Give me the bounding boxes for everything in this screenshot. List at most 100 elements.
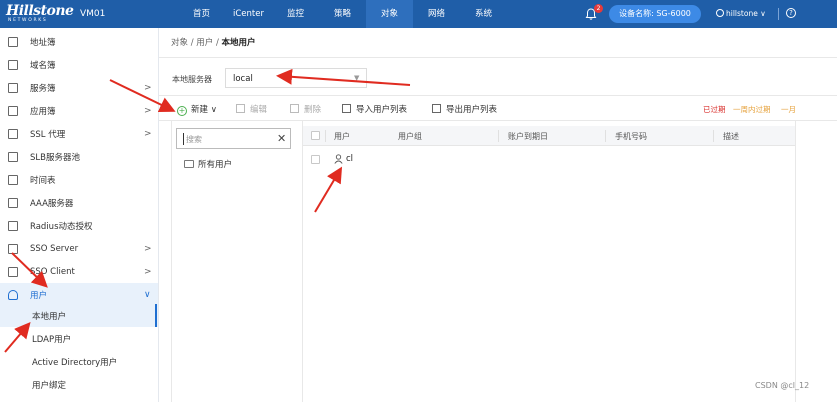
sidebar-subitem-local-user[interactable]: 本地用户: [0, 304, 158, 327]
chevron-down-icon: ∨: [210, 105, 217, 115]
sidebar-item-label: SSO Server: [30, 243, 79, 254]
sidebar-item-domain-book[interactable]: 域名簿: [0, 53, 158, 76]
column-phone[interactable]: 手机号码: [615, 131, 647, 142]
chevron-right-icon: >: [144, 128, 152, 139]
row-checkbox[interactable]: [311, 155, 320, 164]
plus-icon: +: [177, 106, 187, 116]
nav-system[interactable]: 系统: [460, 0, 507, 28]
chevron-right-icon: >: [144, 105, 152, 116]
column-user-group[interactable]: 用户组: [398, 131, 422, 142]
arrow-to-user-row: [314, 166, 343, 213]
user-name: hillstone: [726, 9, 758, 18]
sidebar-item-aaa-server[interactable]: AAA服务器: [0, 191, 158, 214]
user-menu[interactable]: hillstone ∨: [716, 9, 766, 18]
tree-root-label: 所有用户: [198, 160, 233, 170]
chevron-down-icon: ∨: [144, 289, 151, 300]
import-button[interactable]: 导入用户列表: [342, 103, 407, 115]
tree-left-border: [171, 120, 172, 402]
brand-sub: NETWORKS: [8, 18, 48, 23]
content-divider: [159, 120, 837, 121]
nav-monitor[interactable]: 监控: [272, 0, 319, 28]
new-label: 新建: [191, 105, 209, 115]
sidebar-item-label: AAA服务器: [30, 198, 74, 209]
sidebar-item-slb-pool[interactable]: SLB服务器池: [0, 145, 158, 168]
sidebar-subitem-ad-user[interactable]: Active Directory用户: [0, 350, 158, 373]
export-label: 导出用户列表: [446, 105, 498, 115]
server-select-value: local: [233, 74, 253, 84]
sidebar-item-app-book[interactable]: 应用簿 >: [0, 99, 158, 122]
nav-network[interactable]: 网络: [413, 0, 460, 28]
sidebar-item-radius[interactable]: Radius动态授权: [0, 214, 158, 237]
slb-pool-icon: [8, 151, 18, 162]
column-expire-date[interactable]: 账户到期日: [508, 131, 548, 142]
breadcrumb-path[interactable]: 对象 / 用户 /: [171, 38, 222, 48]
chevron-down-icon: ∨: [760, 9, 766, 18]
sidebar-item-address-book[interactable]: 地址簿: [0, 30, 158, 53]
nav-icenter[interactable]: iCenter: [225, 0, 272, 28]
device-name-button[interactable]: 设备名称: SG-6000: [609, 5, 701, 23]
user-icon: [334, 154, 343, 164]
sidebar-item-sso-client[interactable]: SSO Client >: [0, 260, 158, 283]
main-nav: 首页 iCenter 监控 策略 对象 网络 系统: [178, 0, 507, 28]
server-label: 本地服务器: [172, 75, 212, 84]
chevron-right-icon: >: [144, 82, 152, 93]
legend-expired: 已过期: [703, 105, 726, 114]
select-all-checkbox[interactable]: [311, 131, 320, 140]
sidebar-item-label: SSL 代理: [30, 129, 66, 140]
nav-policy[interactable]: 策略: [319, 0, 366, 28]
search-input[interactable]: 搜索 ✕: [176, 128, 291, 149]
sidebar-item-service-book[interactable]: 服务簿 >: [0, 76, 158, 99]
user-name-cell[interactable]: cl: [346, 154, 353, 164]
search-placeholder: 搜索: [186, 135, 202, 144]
column-divider: [713, 130, 714, 142]
sidebar-item-label: 地址簿: [30, 37, 56, 48]
column-user[interactable]: 用户: [334, 131, 350, 142]
service-book-icon: [8, 82, 18, 93]
schedule-icon: [8, 174, 18, 185]
legend-expire-month: 一月: [781, 105, 796, 114]
help-icon[interactable]: ?: [786, 8, 796, 18]
export-button[interactable]: 导出用户列表: [432, 103, 497, 115]
shield-icon: [8, 220, 18, 231]
user-icon: [716, 9, 724, 17]
new-button[interactable]: + 新建 ∨: [177, 103, 217, 116]
table-row[interactable]: cl: [303, 149, 795, 171]
sidebar-item-schedule[interactable]: 时间表: [0, 168, 158, 191]
sidebar-item-ssl-proxy[interactable]: SSL 代理 >: [0, 122, 158, 145]
export-icon: [432, 104, 441, 113]
watermark: CSDN @cl_12: [755, 381, 810, 390]
sidebar-subitem-ldap-user[interactable]: LDAP用户: [0, 327, 158, 350]
top-bar: Hillstone NETWORKS VM01 首页 iCenter 监控 策略…: [0, 0, 837, 28]
chevron-right-icon: >: [144, 243, 152, 254]
server-select[interactable]: local ▼: [225, 68, 367, 88]
breadcrumb: 对象 / 用户 / 本地用户: [171, 36, 256, 48]
nav-object[interactable]: 对象: [366, 0, 413, 28]
toolbar-divider: [159, 95, 837, 96]
sidebar-subitem-label: Active Directory用户: [32, 358, 118, 368]
import-icon: [342, 104, 351, 113]
hillstone-logo[interactable]: Hillstone NETWORKS: [6, 3, 74, 25]
header-divider: [159, 57, 837, 58]
close-icon[interactable]: ✕: [277, 132, 286, 145]
aaa-server-icon: [8, 197, 18, 208]
text-cursor: [183, 133, 184, 145]
sidebar-item-sso-server[interactable]: SSO Server >: [0, 237, 158, 260]
address-book-icon: [8, 36, 18, 47]
sidebar-subitem-label: 用户绑定: [32, 381, 67, 391]
nav-home[interactable]: 首页: [178, 0, 225, 28]
import-label: 导入用户列表: [356, 105, 408, 115]
trash-icon: [290, 104, 299, 113]
chevron-right-icon: >: [144, 266, 152, 277]
domain-book-icon: [8, 59, 18, 70]
sidebar-item-label: 服务簿: [30, 83, 56, 94]
tree-root-all-users[interactable]: 所有用户: [184, 158, 232, 170]
sidebar-item-user[interactable]: 用户 ∨: [0, 283, 158, 306]
sidebar-subitem-user-binding[interactable]: 用户绑定: [0, 373, 158, 396]
column-description[interactable]: 描述: [723, 131, 739, 142]
sidebar-item-label: Radius动态授权: [30, 221, 93, 232]
edit-button[interactable]: 编辑: [236, 103, 267, 115]
sidebar-item-label: 用户: [30, 290, 48, 301]
brand-name: Hillstone: [6, 3, 74, 19]
topbar-divider: [778, 8, 779, 20]
delete-button[interactable]: 删除: [290, 103, 321, 115]
